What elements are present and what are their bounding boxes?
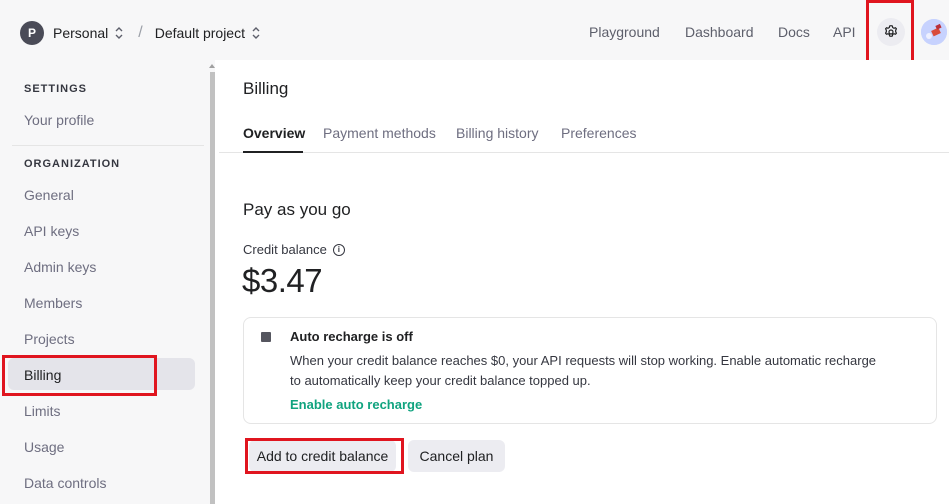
credit-balance-label-text: Credit balance bbox=[243, 242, 327, 257]
auto-recharge-description-line-2: to automatically keep your credit balanc… bbox=[290, 373, 591, 388]
tab-payment-methods[interactable]: Payment methods bbox=[323, 125, 436, 141]
sidebar-item-projects[interactable]: Projects bbox=[24, 331, 75, 347]
nav-dashboard[interactable]: Dashboard bbox=[685, 24, 754, 40]
sidebar-scrollbar[interactable] bbox=[208, 62, 216, 504]
credit-balance-value: $3.47 bbox=[242, 262, 323, 299]
info-icon[interactable]: i bbox=[332, 243, 345, 256]
sidebar-item-general[interactable]: General bbox=[24, 187, 74, 203]
avatar[interactable] bbox=[921, 19, 947, 45]
sidebar-item-api-keys[interactable]: API keys bbox=[24, 223, 79, 239]
add-credit-highlight bbox=[245, 438, 404, 474]
breadcrumb-separator: / bbox=[138, 24, 143, 41]
nav-playground[interactable]: Playground bbox=[589, 24, 660, 40]
page-title: Billing bbox=[243, 79, 289, 98]
chevron-up-down-icon bbox=[114, 26, 124, 40]
sidebar-item-data-controls[interactable]: Data controls bbox=[24, 475, 106, 491]
sidebar-item-admin-keys[interactable]: Admin keys bbox=[24, 259, 96, 275]
sidebar-item-your-profile[interactable]: Your profile bbox=[24, 112, 94, 128]
status-square-icon bbox=[261, 332, 271, 342]
tabs-divider bbox=[219, 152, 949, 153]
section-title: Pay as you go bbox=[243, 200, 351, 219]
sidebar-item-usage[interactable]: Usage bbox=[24, 439, 64, 455]
sidebar-divider bbox=[12, 145, 204, 146]
org-switcher[interactable]: P Personal / Default project bbox=[20, 21, 261, 45]
tab-billing-history[interactable]: Billing history bbox=[456, 125, 538, 141]
credit-balance-label: Credit balance i bbox=[243, 242, 345, 257]
scroll-up-arrow-icon[interactable] bbox=[209, 64, 215, 68]
sidebar-item-limits[interactable]: Limits bbox=[24, 403, 61, 419]
tab-overview[interactable]: Overview bbox=[243, 125, 305, 141]
nav-docs[interactable]: Docs bbox=[778, 24, 810, 40]
chevron-up-down-icon bbox=[251, 26, 261, 40]
tab-preferences[interactable]: Preferences bbox=[561, 125, 636, 141]
enable-auto-recharge-link[interactable]: Enable auto recharge bbox=[290, 397, 422, 412]
organization-section-title: ORGANIZATION bbox=[24, 158, 121, 170]
cancel-plan-button[interactable]: Cancel plan bbox=[408, 440, 505, 472]
project-name[interactable]: Default project bbox=[155, 25, 245, 41]
billing-highlight bbox=[2, 355, 157, 396]
scroll-thumb[interactable] bbox=[210, 72, 215, 504]
active-tab-indicator bbox=[243, 151, 303, 153]
auto-recharge-description-line-1: When your credit balance reaches $0, you… bbox=[290, 353, 877, 368]
sidebar-item-members[interactable]: Members bbox=[24, 295, 82, 311]
settings-section-title: SETTINGS bbox=[24, 83, 88, 95]
nav-api[interactable]: API bbox=[833, 24, 856, 40]
auto-recharge-title: Auto recharge is off bbox=[290, 329, 413, 344]
org-name: Personal bbox=[53, 25, 109, 41]
org-avatar: P bbox=[20, 21, 44, 45]
